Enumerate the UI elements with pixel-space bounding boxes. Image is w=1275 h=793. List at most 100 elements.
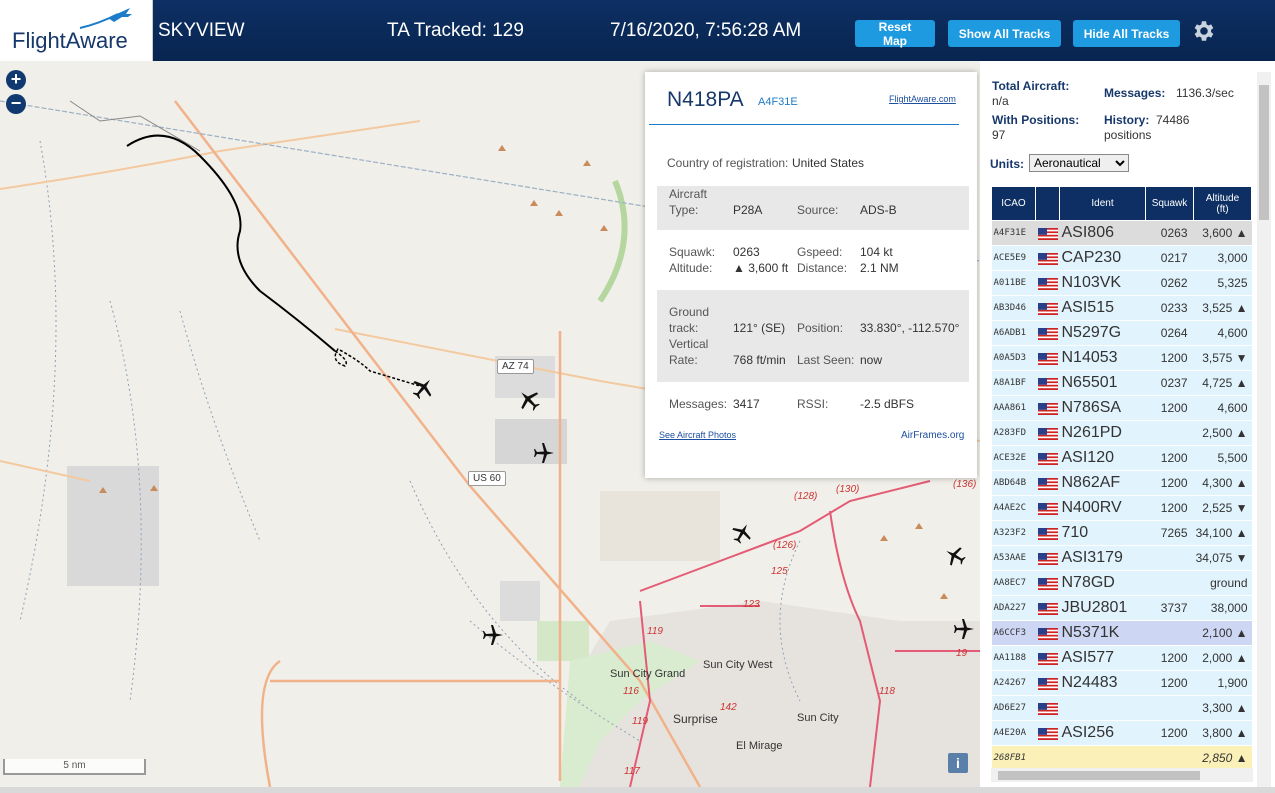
table-row[interactable]: ACE32E ASI120 1200 5,500 xyxy=(991,445,1252,471)
history-value: 74486 xyxy=(1156,113,1190,127)
with-positions-label: With Positions: xyxy=(992,113,1080,127)
table-row[interactable]: A4F31E ASI806 0263 3,600 ▲ xyxy=(991,220,1252,246)
row-altitude: 2,850 ▲ xyxy=(1193,745,1252,771)
altitude-label: Altitude: xyxy=(669,261,713,275)
table-row[interactable]: A8A1BF N65501 0237 4,725 ▲ xyxy=(991,370,1252,396)
row-icao: ABD64B xyxy=(991,470,1036,496)
zoom-out-button[interactable]: − xyxy=(6,94,26,114)
table-row[interactable]: A0A5D3 N14053 1200 3,575 ▼ xyxy=(991,345,1252,371)
place-label: Surprise xyxy=(673,712,718,726)
table-row[interactable]: AB3D46 ASI515 0233 3,525 ▲ xyxy=(991,295,1252,321)
col-icao[interactable]: ICAO xyxy=(991,186,1036,221)
table-row[interactable]: AD6E27 3,300 ▲ xyxy=(991,695,1252,721)
route-shield-us60: US 60 xyxy=(468,471,506,486)
row-ident: N65501 xyxy=(1059,370,1146,396)
row-flag xyxy=(1035,470,1060,496)
us-flag-icon xyxy=(1037,526,1058,540)
table-row[interactable]: ADA227 JBU2801 3737 38,000 xyxy=(991,595,1252,621)
table-row[interactable]: A4E20A ASI256 1200 3,800 ▲ xyxy=(991,720,1252,746)
units-label: Units: xyxy=(990,157,1024,171)
squawk-label: Squawk: xyxy=(669,245,716,259)
table-row[interactable]: A011BE N103VK 0262 5,325 xyxy=(991,270,1252,296)
col-flag[interactable] xyxy=(1035,186,1060,221)
row-ident: 710 xyxy=(1059,520,1146,546)
altitude-value: ▲ 3,600 ft xyxy=(733,261,789,275)
tracked-count: TA Tracked: 129 xyxy=(387,20,524,41)
aircraft-icon[interactable] xyxy=(532,441,556,465)
table-row[interactable]: AA1188 ASI577 1200 2,000 ▲ xyxy=(991,645,1252,671)
aircraft-photos-link[interactable]: See Aircraft Photos xyxy=(659,430,736,440)
flightaware-link[interactable]: FlightAware.com xyxy=(889,94,956,104)
route-label: 116 xyxy=(623,686,639,697)
zoom-in-button[interactable]: + xyxy=(6,70,26,90)
us-flag-icon xyxy=(1037,376,1058,390)
vrate-label-line1: Vertical xyxy=(669,337,709,351)
horizontal-scroll-thumb[interactable] xyxy=(998,771,1200,780)
row-flag xyxy=(1035,420,1060,446)
table-row[interactable]: A6ADB1 N5297G 0264 4,600 xyxy=(991,320,1252,346)
us-flag-icon xyxy=(1037,676,1058,690)
table-row[interactable]: A4AE2C N400RV 1200 2,525 ▼ xyxy=(991,495,1252,521)
messages-rate-value: 1136.3/sec xyxy=(1176,86,1234,100)
table-header-row: ICAO Ident Squawk Altitude (ft) xyxy=(991,186,1252,221)
popup-hex: A4F31E xyxy=(758,96,798,108)
place-label: El Mirage xyxy=(736,740,783,752)
table-row[interactable]: 268FB1 2,850 ▲ xyxy=(991,745,1252,771)
row-altitude: 4,600 xyxy=(1193,320,1252,346)
row-altitude: 3,600 ▲ xyxy=(1193,220,1252,246)
gspeed-label: Gspeed: xyxy=(797,245,843,259)
row-squawk xyxy=(1145,695,1194,721)
vrate-value: 768 ft/min xyxy=(733,353,786,367)
row-icao: ACE32E xyxy=(991,445,1036,471)
show-all-tracks-button[interactable]: Show All Tracks xyxy=(948,20,1061,47)
row-squawk: 1200 xyxy=(1145,645,1194,671)
aircraft-list-panel: Total Aircraft: n/a With Positions: 97 M… xyxy=(980,61,1275,787)
total-aircraft-value: n/a xyxy=(992,94,1009,108)
place-label: Sun City xyxy=(797,712,839,724)
table-row[interactable]: A283FD N261PD 2,500 ▲ xyxy=(991,420,1252,446)
row-squawk xyxy=(1145,620,1194,646)
row-altitude: 38,000 xyxy=(1193,595,1252,621)
position-value: 33.830°, -112.570° xyxy=(860,321,960,335)
table-row[interactable]: A323F2 710 7265 34,100 ▲ xyxy=(991,520,1252,546)
row-ident: ASI515 xyxy=(1059,295,1146,321)
messages-value: 3417 xyxy=(733,397,760,411)
table-row[interactable]: A6CCF3 N5371K 2,100 ▲ xyxy=(991,620,1252,646)
flight-track-recent xyxy=(334,348,421,387)
route-label: 119 xyxy=(632,716,648,727)
table-row[interactable]: AA8EC7 N78GD ground xyxy=(991,570,1252,596)
vertical-scroll-thumb[interactable] xyxy=(1259,85,1269,220)
table-row[interactable]: A53AAE ASI3179 34,075 ▼ xyxy=(991,545,1252,571)
col-altitude[interactable]: Altitude (ft) xyxy=(1193,186,1252,221)
popup-divider xyxy=(649,124,959,125)
gear-icon[interactable] xyxy=(1190,18,1216,44)
col-ident[interactable]: Ident xyxy=(1059,186,1146,221)
us-flag-icon xyxy=(1037,276,1058,290)
col-squawk[interactable]: Squawk xyxy=(1145,186,1194,221)
table-row[interactable]: AAA861 N786SA 1200 4,600 xyxy=(991,395,1252,421)
row-icao: A323F2 xyxy=(991,520,1036,546)
skyview-app: FlightAware SKYVIEW TA Tracked: 129 7/16… xyxy=(0,0,1275,793)
table-row[interactable]: ACE5E9 CAP230 0217 3,000 xyxy=(991,245,1252,271)
table-row[interactable]: ABD64B N862AF 1200 4,300 ▲ xyxy=(991,470,1252,496)
flightaware-logo[interactable]: FlightAware xyxy=(0,0,153,61)
airframes-link[interactable]: AirFrames.org xyxy=(901,430,964,441)
row-flag xyxy=(1035,270,1060,296)
row-flag xyxy=(1035,220,1060,246)
row-squawk: 3737 xyxy=(1145,595,1194,621)
hide-all-tracks-button[interactable]: Hide All Tracks xyxy=(1073,20,1180,47)
row-icao: AA1188 xyxy=(991,645,1036,671)
row-squawk: 0233 xyxy=(1145,295,1194,321)
route-label: 119 xyxy=(647,626,663,637)
map-area xyxy=(500,581,540,621)
aircraft-icon[interactable] xyxy=(952,617,976,641)
units-select[interactable]: Aeronautical xyxy=(1029,154,1129,172)
table-row[interactable]: A24267 N24483 1200 1,900 xyxy=(991,670,1252,696)
row-altitude: 2,525 ▼ xyxy=(1193,495,1252,521)
aircraft-table: ICAO Ident Squawk Altitude (ft) A4F31E ASI… xyxy=(991,186,1252,771)
aircraft-icon[interactable] xyxy=(481,623,505,647)
reset-map-button[interactable]: Reset Map xyxy=(855,20,935,48)
row-squawk: 7265 xyxy=(1145,520,1194,546)
row-altitude: 5,500 xyxy=(1193,445,1252,471)
info-button[interactable]: i xyxy=(948,753,968,773)
